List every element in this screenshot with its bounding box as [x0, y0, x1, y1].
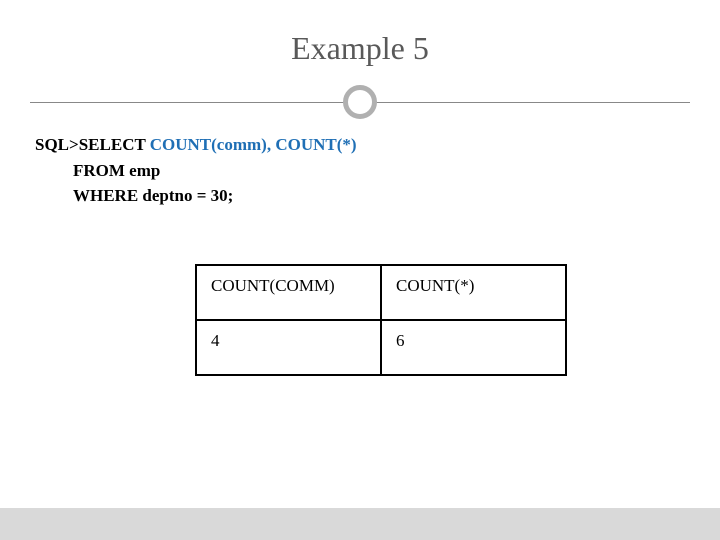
footer-bar — [0, 508, 720, 540]
header-cell-count-star: COUNT(*) — [381, 265, 566, 320]
query-line-from: FROM emp — [73, 158, 690, 184]
query-line-select: SQL>SELECT COUNT(comm), COUNT(*) — [35, 132, 690, 158]
data-cell-count-star: 6 — [381, 320, 566, 375]
result-table: COUNT(COMM) COUNT(*) 4 6 — [195, 264, 567, 376]
slide-container: Example 5 SQL>SELECT COUNT(comm), COUNT(… — [0, 0, 720, 540]
table-data-row: 4 6 — [196, 320, 566, 375]
query-count-expr: COUNT(comm), COUNT(*) — [150, 135, 357, 154]
query-prefix: SQL> — [35, 135, 79, 154]
query-line-where: WHERE deptno = 30; — [73, 183, 690, 209]
divider-circle-icon — [343, 85, 377, 119]
table-header-row: COUNT(COMM) COUNT(*) — [196, 265, 566, 320]
sql-query: SQL>SELECT COUNT(comm), COUNT(*) FROM em… — [35, 132, 690, 209]
data-cell-count-comm: 4 — [196, 320, 381, 375]
title-divider — [30, 82, 690, 122]
slide-title: Example 5 — [30, 30, 690, 67]
header-cell-count-comm: COUNT(COMM) — [196, 265, 381, 320]
query-select-kw: SELECT — [79, 135, 150, 154]
